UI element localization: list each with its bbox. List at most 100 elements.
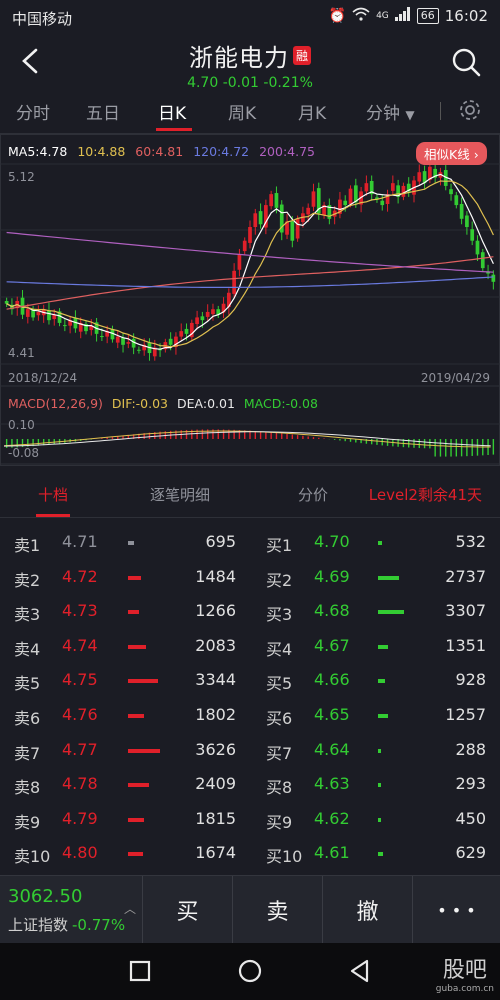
buy-volume-bar	[378, 679, 385, 684]
system-nav-bar: 股吧 guba.com.cn	[0, 943, 500, 1000]
signal-icon	[394, 7, 411, 25]
candle-body	[343, 200, 348, 206]
candle-body	[449, 189, 453, 195]
sell-row[interactable]: 卖1 4.71 695	[14, 532, 236, 566]
stock-detail-screen: 中国移动 ⏰ 4G 66 16:02 浙能电力融 4.70 -0.01 -0.2…	[0, 0, 500, 1000]
cancel-order-button[interactable]: 撤	[322, 876, 412, 944]
buy-button[interactable]: 买	[142, 876, 232, 944]
buy-price: 4.63	[314, 774, 350, 794]
candle-body	[465, 215, 469, 228]
buy-row[interactable]: 买3 4.68 3307	[266, 601, 486, 635]
similar-kline-button[interactable]: 相似K线 ›	[416, 142, 487, 165]
tab-five-day[interactable]: 五日	[86, 99, 120, 124]
sell-price: 4.74	[62, 635, 98, 655]
sell-volume-bar	[128, 852, 143, 857]
index-value: 3062.50	[8, 886, 83, 907]
tab-ten-levels[interactable]: 十档	[38, 484, 68, 505]
margin-badge: 融	[292, 46, 311, 65]
buy-volume-bar	[378, 644, 388, 649]
candle-body	[211, 309, 215, 315]
sell-row[interactable]: 卖6 4.76 1802	[14, 705, 236, 739]
kline-chart-panel[interactable]: MA5:4.78 10:4.88 60:4.81 120:4.72 200:4.…	[0, 134, 500, 466]
buy-volume: 532	[455, 532, 486, 551]
buy-row[interactable]: 买9 4.62 450	[266, 809, 486, 843]
tab-weekly-k[interactable]: 周K	[228, 99, 256, 124]
sell-volume: 1484	[195, 566, 236, 586]
buy-row[interactable]: 买5 4.66 928	[266, 670, 486, 704]
sell-row[interactable]: 卖4 4.74 2083	[14, 636, 236, 670]
order-book: 卖1 4.71 695 卖2 4.72 1484 卖3 4.73 1266 卖4 4.74 2083 卖…	[0, 532, 500, 878]
chevron-right-icon: ›	[473, 147, 479, 162]
buy-level-label: 买4	[266, 639, 293, 659]
buy-row[interactable]: 买2 4.69 2737	[266, 567, 486, 601]
macd-title: MACD(12,26,9)	[8, 396, 103, 411]
date-end-label: 2019/04/29	[420, 371, 490, 385]
sell-label: 卖	[266, 900, 289, 925]
level2-remaining[interactable]: Level2剩余41天	[369, 484, 482, 505]
buy-volume-bar	[378, 783, 381, 788]
buy-volume: 293	[455, 774, 486, 794]
sell-button[interactable]: 卖	[232, 876, 322, 944]
buy-level-label: 买1	[266, 536, 293, 555]
tab-daily-k[interactable]: 日K	[158, 99, 186, 124]
kline-chart[interactable]	[0, 134, 500, 466]
alarm-icon: ⏰	[328, 8, 347, 24]
ma120-label: 120:4.72	[193, 144, 250, 159]
candle-body	[36, 311, 41, 316]
settings-button[interactable]	[458, 98, 482, 122]
candle-body	[470, 229, 475, 241]
tab-trade-detail[interactable]: 逐笔明细	[150, 484, 210, 505]
buy-volume: 928	[455, 670, 486, 690]
buy-row[interactable]: 买7 4.64 288	[266, 740, 486, 774]
sell-row[interactable]: 卖9 4.79 1815	[14, 809, 236, 843]
sell-level-label: 卖5	[14, 674, 41, 694]
buy-row[interactable]: 买8 4.63 293	[266, 774, 486, 808]
sell-volume: 2083	[195, 635, 236, 655]
recents-button[interactable]	[126, 957, 154, 985]
sell-row[interactable]: 卖2 4.72 1484	[14, 567, 236, 601]
sell-price: 4.79	[62, 808, 98, 828]
sell-row[interactable]: 卖3 4.73 1266	[14, 601, 236, 635]
candle-body	[100, 336, 104, 338]
sell-price: 4.77	[62, 739, 98, 759]
price-high-label: 5.12	[8, 170, 35, 184]
tab-monthly-k[interactable]: 月K	[298, 99, 326, 124]
tab-minute[interactable]: 分钟 ▼	[366, 99, 415, 124]
buy-row[interactable]: 买6 4.65 1257	[266, 705, 486, 739]
buy-row[interactable]: 买4 4.67 1351	[266, 636, 486, 670]
home-button[interactable]	[236, 957, 264, 985]
buy-volume: 3307	[445, 601, 486, 621]
buy-volume-bar	[378, 748, 381, 753]
gear-icon	[460, 100, 480, 120]
buy-volume-bar	[378, 575, 399, 580]
quote-line: 4.70 -0.01 -0.21%	[0, 75, 500, 91]
sell-price: 4.71	[62, 532, 98, 551]
sell-row[interactable]: 卖7 4.77 3626	[14, 740, 236, 774]
sell-row[interactable]: 卖8 4.78 2409	[14, 774, 236, 808]
active-book-tab-indicator	[36, 514, 70, 517]
candle-body	[258, 211, 263, 225]
index-ticker[interactable]: 3062.50 上证指数 -0.77% ︿	[0, 876, 142, 944]
buy-row[interactable]: 买1 4.70 532	[266, 532, 486, 566]
back-nav-button[interactable]	[346, 957, 374, 985]
tab-price-distribution[interactable]: 分价	[298, 484, 328, 505]
candle-body	[195, 317, 199, 324]
divider	[440, 102, 441, 120]
sell-volume: 695	[205, 532, 236, 551]
candle-body	[25, 309, 30, 317]
sell-row[interactable]: 卖10 4.80 1674	[14, 843, 236, 877]
chevron-down-icon: ▼	[405, 108, 415, 122]
tab-intraday[interactable]: 分时	[16, 99, 50, 124]
buy-volume-bar	[378, 714, 388, 718]
more-button[interactable]: • • •	[412, 876, 500, 944]
search-button[interactable]	[450, 46, 482, 78]
sell-price: 4.72	[62, 566, 98, 586]
sell-row[interactable]: 卖5 4.75 3344	[14, 670, 236, 704]
sell-volume: 1815	[195, 808, 236, 828]
sell-volume-bar	[128, 541, 134, 545]
buy-price: 4.65	[314, 705, 350, 724]
buy-price: 4.70	[314, 532, 350, 551]
buy-row[interactable]: 买10 4.61 629	[266, 843, 486, 877]
candle-body	[348, 188, 353, 204]
watermark-logo: 股吧 guba.com.cn	[436, 952, 494, 994]
